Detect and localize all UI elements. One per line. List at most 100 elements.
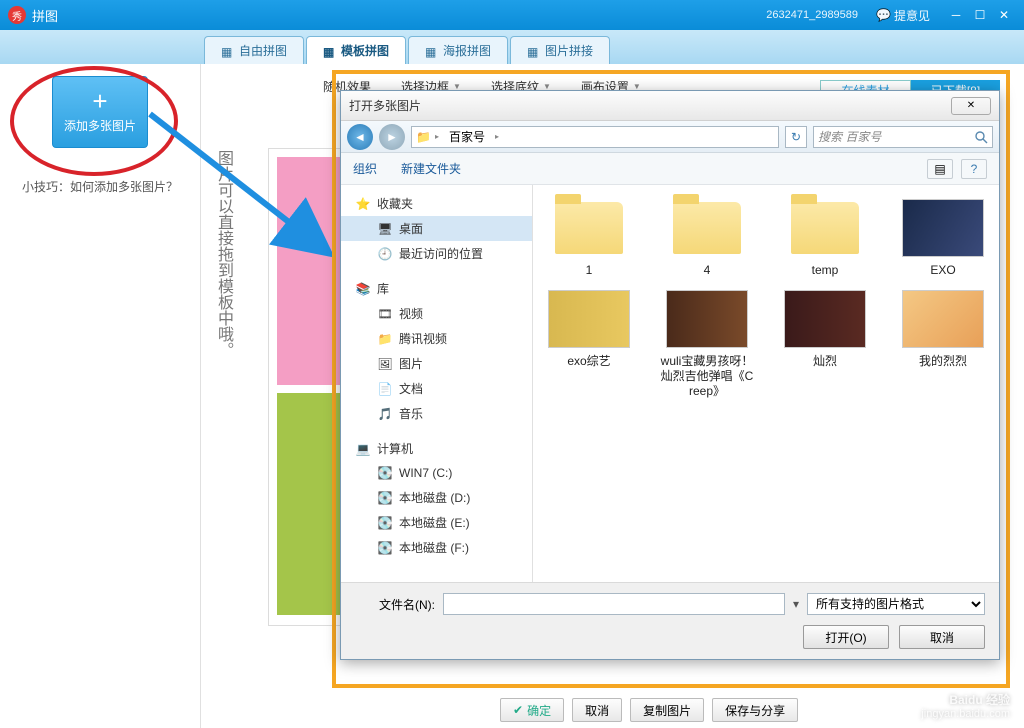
image-thumbnail — [666, 290, 748, 348]
tab-icon: ▦ — [221, 45, 233, 57]
dialog-cancel-button[interactable]: 取消 — [899, 625, 985, 649]
drive-icon: 💽 — [377, 465, 393, 481]
nav-back-button[interactable]: ◄ — [347, 124, 373, 150]
refresh-button[interactable]: ↻ — [785, 126, 807, 148]
search-icon — [974, 130, 988, 144]
tree-drive-f[interactable]: 💽本地磁盘 (F:) — [341, 535, 532, 560]
tree-drive-d[interactable]: 💽本地磁盘 (D:) — [341, 485, 532, 510]
search-input[interactable]: 搜索 百家号 — [813, 126, 993, 148]
dialog-body: ⭐收藏夹 🖥桌面 🕘最近访问的位置 📚库 🎞视频 📁腾讯视频 🖼图片 📄文档 🎵… — [341, 185, 999, 582]
file-item[interactable]: EXO — [895, 197, 991, 278]
tree-drive-e[interactable]: 💽本地磁盘 (E:) — [341, 510, 532, 535]
tree-documents[interactable]: 📄文档 — [341, 376, 532, 401]
file-name: 1 — [586, 263, 593, 278]
dialog-footer: 文件名(N): ▾ 所有支持的图片格式 打开(O) 取消 — [341, 582, 999, 659]
filter-select[interactable]: 所有支持的图片格式 — [807, 593, 985, 615]
app-title: 拼图 — [32, 6, 58, 25]
dialog-close-button[interactable]: ✕ — [951, 97, 991, 115]
chevron-right-icon: ▸ — [435, 132, 439, 141]
dialog-toolbar: 组织 新建文件夹 ▤ ? — [341, 153, 999, 185]
filename-label: 文件名(N): — [355, 596, 435, 613]
tab-image-join[interactable]: ▦图片拼接 — [510, 36, 610, 64]
folder-icon — [673, 202, 741, 254]
organize-menu[interactable]: 组织 — [353, 160, 377, 177]
tab-poster-collage[interactable]: ▦海报拼图 — [408, 36, 508, 64]
file-item[interactable]: wuli宝藏男孩呀！灿烈吉他弹唱《Creep》 — [659, 288, 755, 399]
tree-pictures[interactable]: 🖼图片 — [341, 351, 532, 376]
tree-computer[interactable]: 💻计算机 — [341, 436, 532, 461]
tree-drive-c[interactable]: 💽WIN7 (C:) — [341, 461, 532, 485]
tab-icon: ▦ — [425, 45, 437, 57]
image-thumbnail — [902, 290, 984, 348]
image-thumbnail — [902, 199, 984, 257]
user-id: 2632471_2989589 — [766, 9, 858, 21]
file-item[interactable]: 我的烈烈 — [895, 288, 991, 399]
file-item[interactable]: 4 — [659, 197, 755, 278]
music-icon: 🎵 — [377, 406, 393, 422]
file-name: temp — [812, 263, 839, 278]
tab-icon: ▦ — [323, 45, 335, 57]
dialog-title: 打开多张图片 — [349, 97, 421, 114]
new-folder-button[interactable]: 新建文件夹 — [401, 160, 461, 177]
copy-image-button[interactable]: 复制图片 — [630, 698, 704, 722]
tree-recent[interactable]: 🕘最近访问的位置 — [341, 241, 532, 266]
tree-favorites[interactable]: ⭐收藏夹 — [341, 191, 532, 216]
help-button[interactable]: ? — [961, 159, 987, 179]
recent-icon: 🕘 — [377, 246, 393, 262]
tree-tencent[interactable]: 📁腾讯视频 — [341, 326, 532, 351]
file-open-dialog: 打开多张图片 ✕ ◄ ► 📁 ▸ 百家号 ▸ ↻ 搜索 百家号 组织 新建文件夹… — [340, 90, 1000, 660]
tree-videos[interactable]: 🎞视频 — [341, 301, 532, 326]
tree-desktop[interactable]: 🖥桌面 — [341, 216, 532, 241]
filename-input[interactable] — [443, 593, 785, 615]
desktop-icon: 🖥 — [377, 221, 393, 237]
open-button[interactable]: 打开(O) — [803, 625, 889, 649]
bottom-action-bar: ✔确定 取消 复制图片 保存与分享 — [500, 698, 798, 722]
file-item[interactable]: exo综艺 — [541, 288, 637, 399]
library-icon: 📚 — [355, 281, 371, 297]
add-images-button[interactable]: + 添加多张图片 — [52, 76, 148, 148]
drive-icon: 💽 — [377, 540, 393, 556]
cancel-button[interactable]: 取消 — [572, 698, 622, 722]
tab-free-collage[interactable]: ▦自由拼图 — [204, 36, 304, 64]
breadcrumb[interactable]: 📁 ▸ 百家号 ▸ — [411, 126, 779, 148]
file-name: 灿烈 — [813, 354, 837, 369]
computer-icon: 💻 — [355, 441, 371, 457]
video-icon: 🎞 — [377, 306, 393, 322]
folder-icon — [555, 202, 623, 254]
file-list: 1 4 temp EXO exo综艺 wuli宝藏男孩呀！灿烈吉他弹唱《Creep》 灿烈 我… — [533, 185, 999, 582]
star-icon: ⭐ — [355, 196, 371, 212]
picture-icon: 🖼 — [377, 356, 393, 372]
tab-icon: ▦ — [527, 45, 539, 57]
minimize-button[interactable]: ─ — [944, 5, 968, 25]
view-mode-button[interactable]: ▤ — [927, 159, 953, 179]
folder-tree: ⭐收藏夹 🖥桌面 🕘最近访问的位置 📚库 🎞视频 📁腾讯视频 🖼图片 📄文档 🎵… — [341, 185, 533, 582]
sidebar-tip[interactable]: 小技巧：如何添加多张图片？ — [22, 178, 178, 195]
nav-forward-button[interactable]: ► — [379, 124, 405, 150]
ok-button[interactable]: ✔确定 — [500, 698, 564, 722]
breadcrumb-segment[interactable]: 百家号 — [443, 128, 491, 145]
file-name: 4 — [704, 263, 711, 278]
file-item[interactable]: temp — [777, 197, 873, 278]
maximize-button[interactable]: ☐ — [968, 5, 992, 25]
tree-music[interactable]: 🎵音乐 — [341, 401, 532, 426]
save-share-button[interactable]: 保存与分享 — [712, 698, 798, 722]
file-name: wuli宝藏男孩呀！灿烈吉他弹唱《Creep》 — [659, 354, 755, 399]
folder-icon: 📁 — [416, 130, 431, 144]
mode-tabbar: ▦自由拼图 ▦模板拼图 ▦海报拼图 ▦图片拼接 — [0, 30, 1024, 64]
plus-icon: + — [92, 91, 107, 111]
tab-template-collage[interactable]: ▦模板拼图 — [306, 36, 406, 64]
image-thumbnail — [548, 290, 630, 348]
app-logo-icon: 秀 — [8, 6, 26, 24]
close-button[interactable]: ✕ — [992, 5, 1016, 25]
title-bar: 秀 拼图 2632471_2989589 💬 提意见 ─ ☐ ✕ — [0, 0, 1024, 30]
drive-icon: 💽 — [377, 515, 393, 531]
tree-libraries[interactable]: 📚库 — [341, 276, 532, 301]
file-item[interactable]: 灿烈 — [777, 288, 873, 399]
folder-icon: 📁 — [377, 331, 393, 347]
file-name: EXO — [930, 263, 955, 278]
left-sidebar: + 添加多张图片 小技巧：如何添加多张图片？ — [0, 64, 200, 728]
feedback-link[interactable]: 💬 提意见 — [876, 7, 930, 24]
dialog-navbar: ◄ ► 📁 ▸ 百家号 ▸ ↻ 搜索 百家号 — [341, 121, 999, 153]
file-item[interactable]: 1 — [541, 197, 637, 278]
file-name: 我的烈烈 — [919, 354, 967, 369]
